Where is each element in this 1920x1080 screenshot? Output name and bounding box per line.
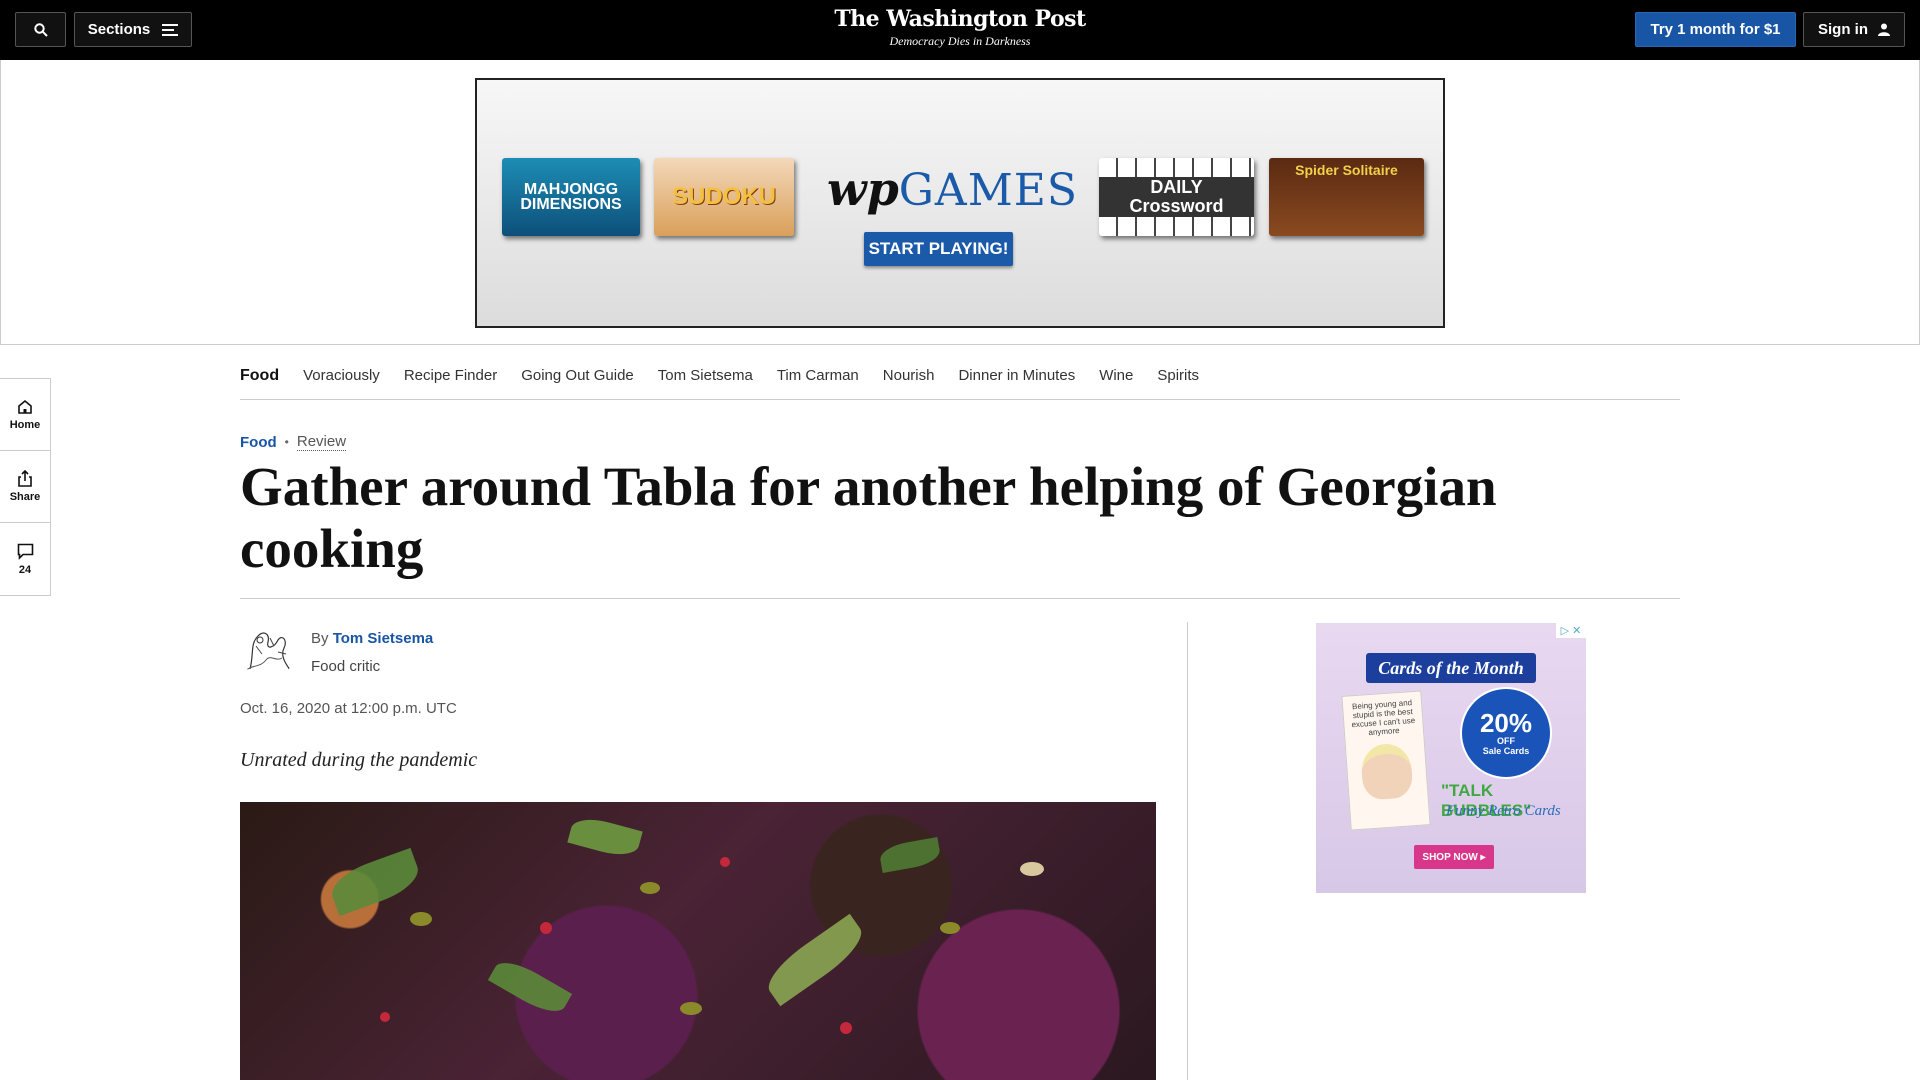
solitaire-tile[interactable]: Spider Solitaire [1269, 158, 1424, 236]
hero-leaf-shape [878, 836, 942, 874]
section-nav-item[interactable]: Dinner in Minutes [958, 367, 1075, 384]
author-role: Food critic [311, 658, 381, 675]
column-divider [1187, 622, 1188, 1080]
left-rail: Home Share 24 [0, 378, 51, 596]
hero-leaf-shape [759, 913, 871, 1007]
discount-sale: Sale Cards [1482, 746, 1530, 756]
kicker-label[interactable]: Review [296, 433, 347, 451]
publish-timestamp: Oct. 16, 2020 at 12:00 p.m. UTC [240, 700, 457, 717]
games-logo-text: GAMES [898, 165, 1079, 216]
section-nav-item[interactable]: Tim Carman [777, 367, 859, 384]
section-nav-item[interactable]: Recipe Finder [404, 367, 497, 384]
crossword-label: DAILY Crossword [1099, 177, 1254, 217]
section-nav-item[interactable]: Wine [1099, 367, 1133, 384]
comments-button[interactable]: 24 [0, 523, 50, 595]
article-kicker: Food • Review [240, 433, 347, 451]
share-icon [18, 470, 32, 487]
discount-badge: 20% OFF Sale Cards [1466, 693, 1546, 773]
user-icon [1878, 23, 1890, 36]
wp-logo-mark: wp [827, 162, 899, 216]
discount-percent: 20% [1479, 708, 1533, 738]
mahjongg-tile[interactable]: MAHJONGG DIMENSIONS [502, 158, 640, 236]
discount-off: OFF [1497, 736, 1515, 746]
wp-games-ad[interactable]: MAHJONGG DIMENSIONS SUDOKU wpGAMES START… [475, 78, 1445, 328]
author-link[interactable]: Tom Sietsema [333, 630, 434, 647]
sections-button[interactable]: Sections [74, 12, 192, 47]
kicker-section-link[interactable]: Food [240, 434, 277, 451]
home-label: Home [9, 418, 41, 431]
hero-seed-shape [640, 882, 660, 894]
wp-games-logo: wpGAMES [827, 162, 1077, 216]
masthead-logo[interactable]: The Washington Post Democracy Dies in Da… [760, 6, 1160, 49]
comment-icon [17, 543, 33, 560]
hero-seed-shape [680, 1002, 702, 1015]
shop-now-button[interactable]: SHOP NOW ▸ [1414, 845, 1494, 869]
article-headline: Gather around Tabla for another helping … [240, 456, 1497, 579]
section-nav-current[interactable]: Food [240, 367, 279, 385]
subscribe-button[interactable]: Try 1 month for $1 [1635, 12, 1796, 47]
side-ad-card-text: Being young and stupid is the best excus… [1351, 698, 1416, 738]
crossword-tile[interactable]: DAILY Crossword [1099, 158, 1254, 236]
sudoku-tile[interactable]: SUDOKU [654, 158, 794, 236]
article-subhead: Unrated during the pandemic [240, 749, 478, 771]
ad-choices-icon: ▷ [1560, 625, 1570, 637]
start-playing-button[interactable]: START PLAYING! [864, 232, 1013, 266]
author-sketch-image [243, 632, 291, 673]
search-button[interactable] [15, 12, 66, 47]
close-icon[interactable]: ✕ [1572, 624, 1581, 637]
author-avatar[interactable] [240, 624, 296, 678]
hero-seed-shape [1020, 862, 1044, 876]
menu-icon [162, 23, 179, 36]
headline-divider [240, 598, 1680, 599]
side-ad-product-subtitle: Funny Retro Cards [1446, 803, 1561, 819]
section-nav-item[interactable]: Spirits [1157, 367, 1199, 384]
side-ad-card-illustration [1359, 742, 1414, 801]
sections-label: Sections [87, 21, 151, 38]
section-nav-item[interactable]: Voraciously [303, 367, 380, 384]
hero-leaf-shape [487, 954, 573, 1020]
home-button[interactable]: Home [0, 379, 50, 451]
hero-leaf-shape [567, 813, 643, 861]
byline: By Tom Sietsema [311, 630, 433, 647]
section-nav-item[interactable]: Tom Sietsema [658, 367, 753, 384]
side-ad-card: Being young and stupid is the best excus… [1341, 690, 1431, 831]
share-button[interactable]: Share [0, 451, 50, 523]
kicker-separator: • [284, 435, 289, 449]
hero-pomegranate-shape [840, 1022, 852, 1034]
hero-image[interactable] [240, 802, 1156, 1080]
top-bar: Sections The Washington Post Democracy D… [0, 0, 1920, 60]
byline-prefix: By [311, 630, 329, 647]
hero-pomegranate-shape [720, 857, 730, 867]
brand-tagline: Democracy Dies in Darkness [889, 34, 1031, 48]
home-icon [18, 399, 32, 414]
hero-seed-shape [940, 922, 960, 934]
ad-choices-button[interactable]: ▷ ✕ [1556, 623, 1586, 638]
comments-count: 24 [18, 563, 32, 576]
sign-in-button[interactable]: Sign in [1803, 12, 1905, 47]
hero-leaf-shape [325, 847, 425, 917]
search-icon [33, 22, 48, 37]
share-label: Share [9, 491, 41, 503]
hero-seed-shape [410, 912, 432, 926]
side-ad[interactable]: ▷ ✕ Cards of the Month Being young and st… [1316, 623, 1586, 893]
side-ad-title: Cards of the Month [1366, 653, 1536, 683]
brand-name: The Washington Post [834, 6, 1086, 32]
section-nav-item[interactable]: Nourish [883, 367, 935, 384]
hero-pomegranate-shape [380, 1012, 390, 1022]
section-nav: Food Voraciously Recipe Finder Going Out… [240, 352, 1680, 400]
sign-in-label: Sign in [1818, 21, 1868, 38]
hero-pomegranate-shape [540, 922, 552, 934]
section-nav-item[interactable]: Going Out Guide [521, 367, 634, 384]
